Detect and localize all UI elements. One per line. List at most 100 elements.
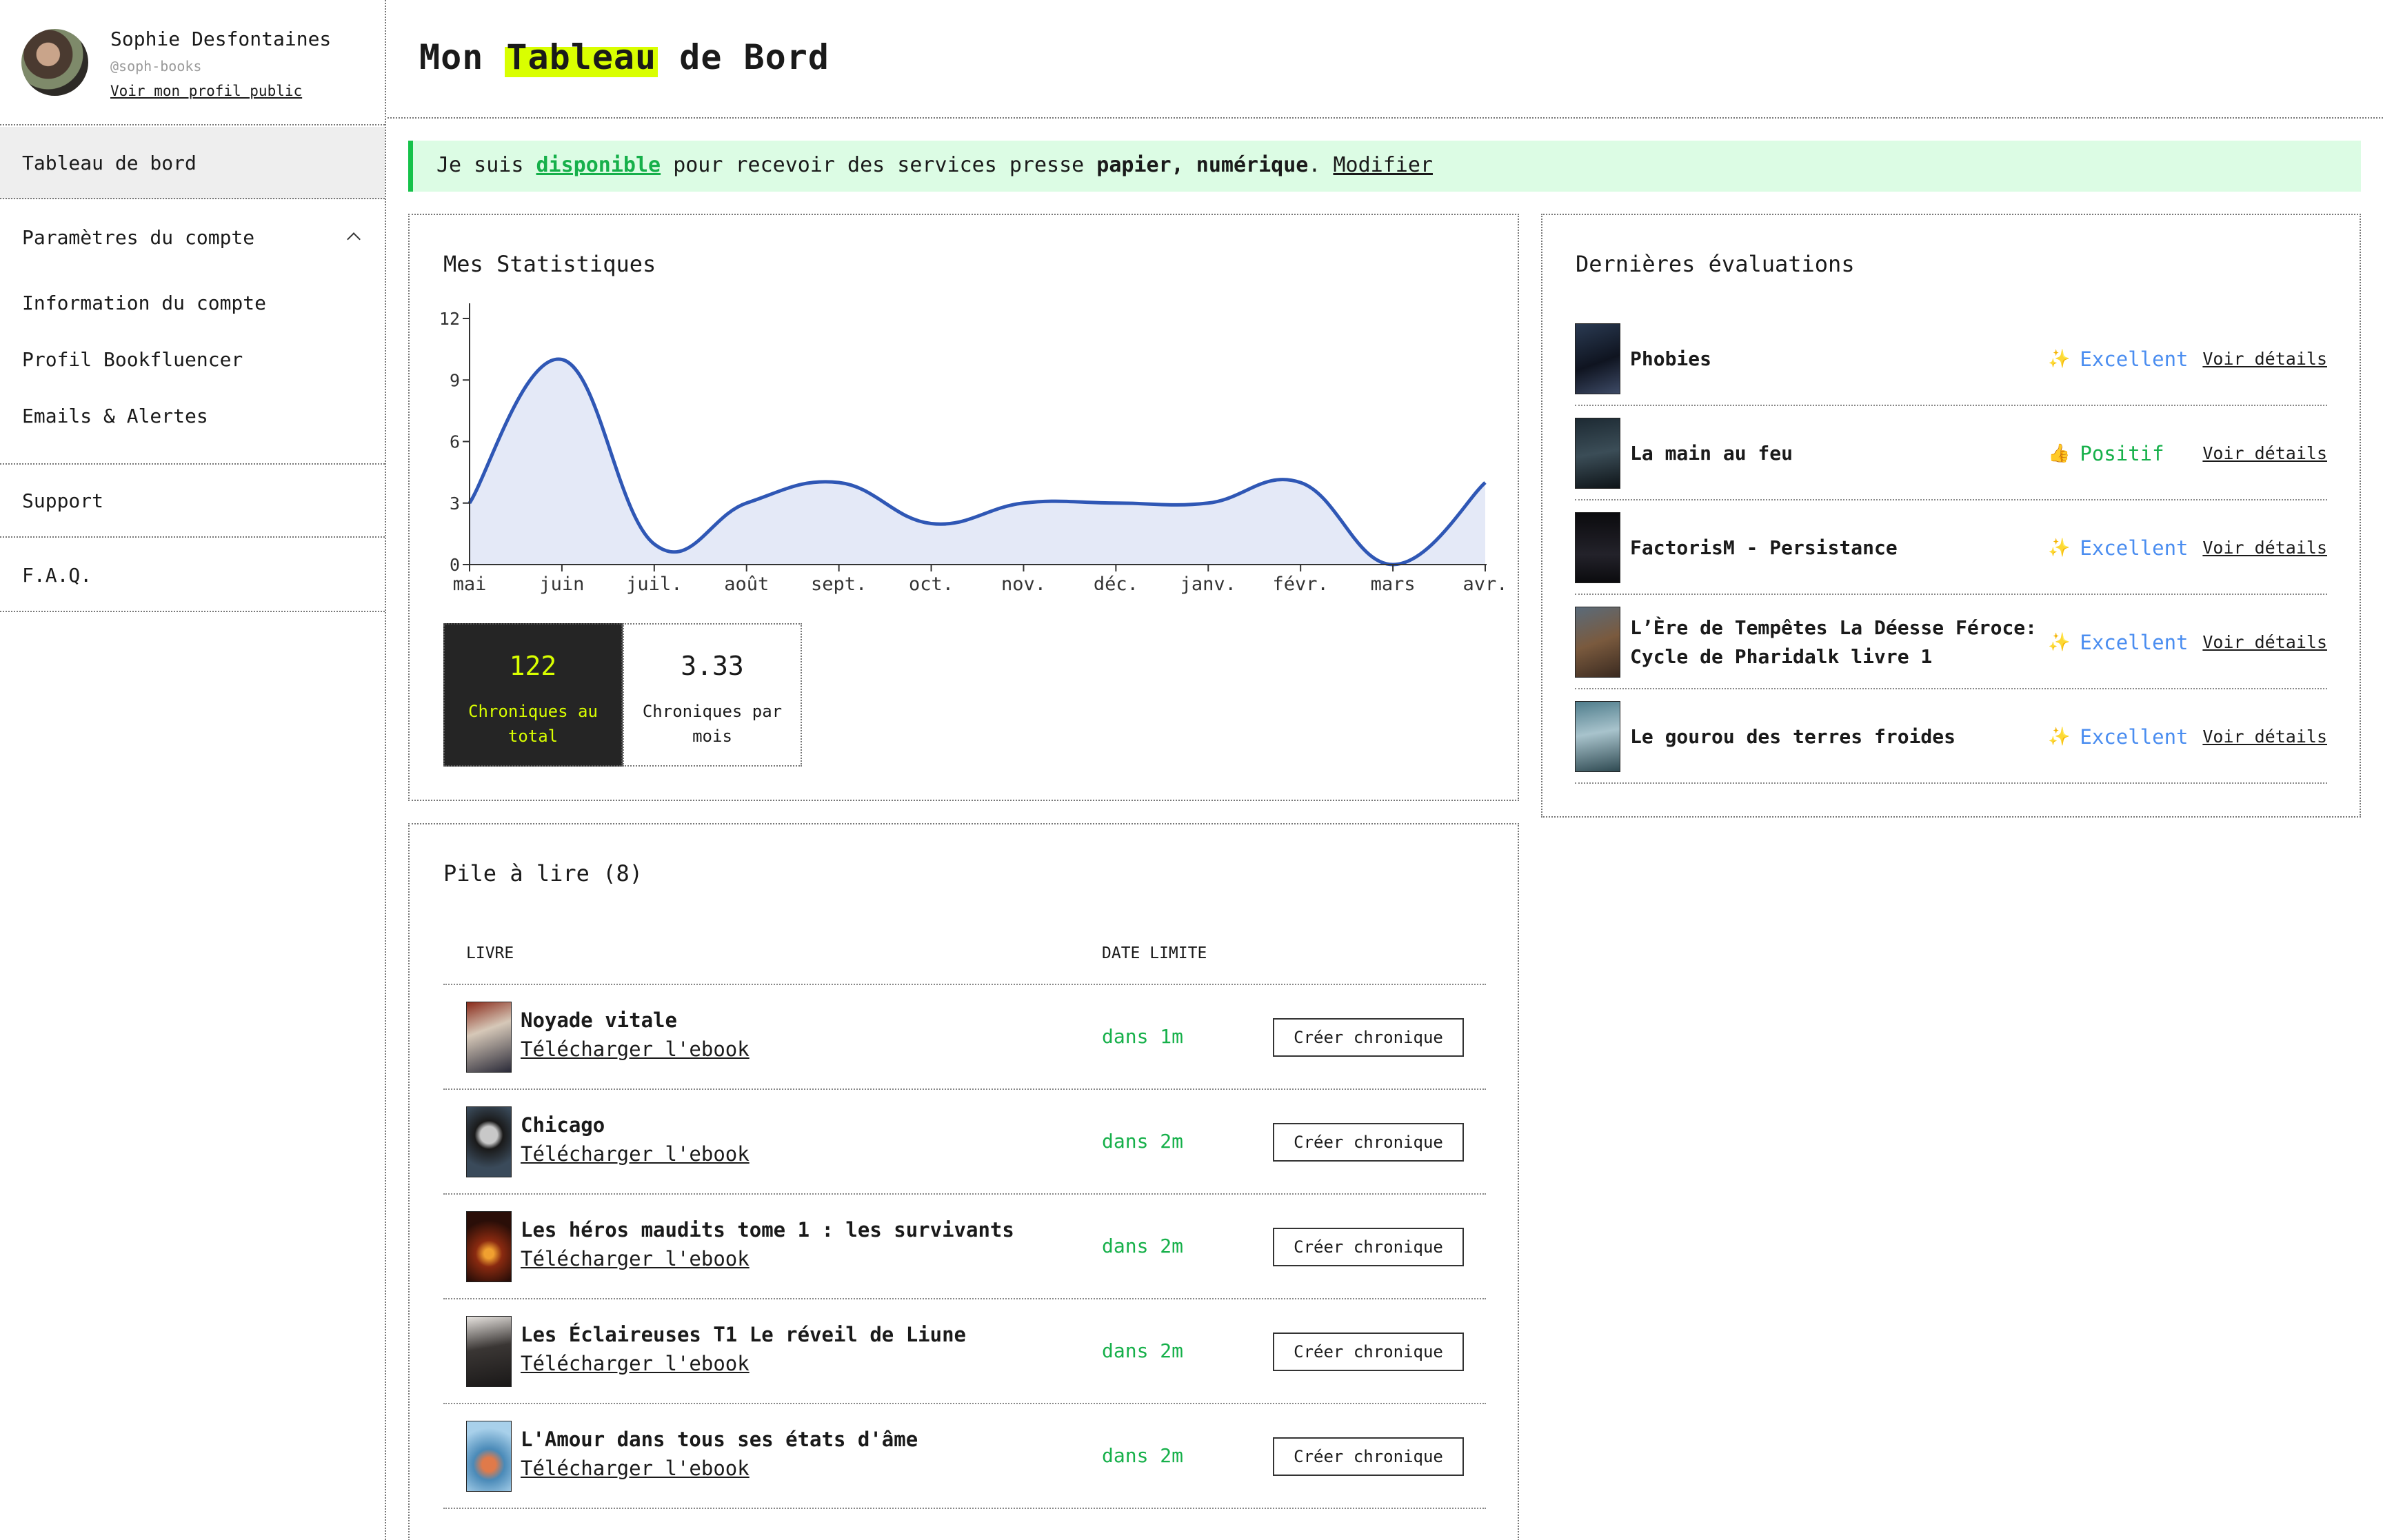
- x-tick-label: févr.: [1273, 574, 1329, 595]
- sidebar-item-label: Support: [22, 489, 104, 512]
- evaluation-grade: ✨ Excellent: [2048, 500, 2189, 595]
- profile-name: Sophie Desfontaines: [110, 28, 332, 50]
- availability-banner: Je suis disponible pour recevoir des ser…: [408, 141, 2361, 192]
- evaluation-book-title: La main au feu: [1630, 441, 1793, 465]
- public-profile-link[interactable]: Voir mon profil public: [110, 83, 302, 99]
- deadline: dans 2m: [1102, 1130, 1184, 1153]
- stats-card: Mes Statistiques 0 3 6 9 12 mai juin juil. août s…: [408, 214, 1519, 801]
- evaluation-book-title: L’Ère de Tempêtes La Déesse Féroce: Cycl…: [1630, 616, 2038, 668]
- book-title: Les Éclaireuses T1 Le réveil de Liune: [521, 1323, 967, 1346]
- stat-avg-value: 3.33: [681, 651, 744, 681]
- monthly-reviews-chart: 0 3 6 9 12 mai juin juil. août sept. oct. nov. déc. j…: [439, 303, 1508, 595]
- stat-reviews-per-month: 3.33 Chroniques par mois: [623, 623, 802, 767]
- pile-title: Pile à lire (8): [443, 860, 643, 886]
- evaluations-card: Dernières évaluations Phobies ✨ Excellent…: [1541, 214, 2361, 818]
- y-tick-label: 0: [450, 555, 460, 575]
- download-ebook-link[interactable]: Télécharger l'ebook: [521, 1037, 750, 1061]
- sparkles-icon: ✨: [2048, 631, 2071, 653]
- x-tick-label: mars: [1371, 574, 1416, 595]
- evaluation-row: Le gourou des terres froides ✨ Excellent …: [1575, 689, 2327, 784]
- sidebar-item-label: Emails & Alertes: [22, 405, 208, 427]
- deadline: dans 1m: [1102, 1025, 1184, 1048]
- book-cover: [1575, 418, 1620, 489]
- evaluation-book-title: Phobies: [1630, 347, 1712, 370]
- sparkles-icon: ✨: [2048, 348, 2071, 369]
- evaluation-row: La main au feu 👍 Positif Voir détails: [1575, 406, 2327, 500]
- evaluation-row: Phobies ✨ Excellent Voir détails: [1575, 312, 2327, 406]
- sidebar-item-bookfluencer-profile[interactable]: Profil Bookfluencer: [0, 343, 385, 377]
- evaluation-grade: 👍 Positif: [2048, 406, 2164, 500]
- sidebar-item-faq[interactable]: F.A.Q.: [0, 539, 385, 612]
- book-cover: [466, 1002, 512, 1073]
- evaluation-grade-label: Excellent: [2080, 630, 2189, 654]
- y-tick-label: 9: [450, 370, 460, 390]
- download-ebook-link[interactable]: Télécharger l'ebook: [521, 1457, 750, 1480]
- banner-text-part: Je suis: [436, 153, 524, 177]
- book-cover: [1575, 701, 1620, 772]
- evaluation-grade-label: Positif: [2080, 441, 2164, 465]
- sparkles-icon: ✨: [2048, 537, 2071, 558]
- modify-availability-link[interactable]: Modifier: [1333, 153, 1433, 177]
- availability-formats: papier, numérique: [1096, 153, 1309, 177]
- avatar[interactable]: [21, 29, 88, 96]
- chart-area-fill: [470, 358, 1485, 565]
- y-tick-label: 12: [439, 309, 460, 329]
- stat-total-reviews: 122 Chroniques au total: [443, 623, 623, 767]
- book-title: L'Amour dans tous ses états d'âme: [521, 1428, 918, 1451]
- book-title: Chicago: [521, 1113, 605, 1137]
- view-details-link[interactable]: Voir détails: [2202, 500, 2327, 595]
- sidebar-item-label: Information du compte: [22, 292, 267, 314]
- book-cover: [466, 1106, 512, 1177]
- x-tick-label: juin: [539, 574, 584, 595]
- availability-status: disponible: [536, 153, 661, 177]
- sidebar-item-account-settings[interactable]: Paramètres du compte: [0, 221, 385, 255]
- evaluation-grade: ✨ Excellent: [2048, 689, 2189, 784]
- table-row: Les héros maudits tome 1 : les survivant…: [443, 1195, 1486, 1299]
- evaluation-row: L’Ère de Tempêtes La Déesse Féroce: Cycl…: [1575, 595, 2327, 689]
- download-ebook-link[interactable]: Télécharger l'ebook: [521, 1142, 750, 1166]
- table-row: Les Éclaireuses T1 Le réveil de Liune Té…: [443, 1299, 1486, 1404]
- evaluation-grade-label: Excellent: [2080, 536, 2189, 560]
- y-tick-label: 3: [450, 494, 460, 514]
- stat-avg-label: Chroniques par mois: [642, 702, 783, 746]
- book-title: Noyade vitale: [521, 1009, 677, 1032]
- page-title: Mon Tableau de Bord: [419, 37, 829, 77]
- table-row: L'Amour dans tous ses états d'âme Téléch…: [443, 1404, 1486, 1509]
- x-tick-label: août: [724, 574, 769, 595]
- deadline: dans 2m: [1102, 1339, 1184, 1362]
- stat-total-label: Chroniques au total: [468, 702, 598, 746]
- thumbs-up-icon: 👍: [2048, 443, 2071, 464]
- create-review-button[interactable]: Créer chronique: [1273, 1333, 1464, 1371]
- book-cover: [466, 1421, 512, 1492]
- book-cover: [466, 1316, 512, 1387]
- create-review-button[interactable]: Créer chronique: [1273, 1018, 1464, 1057]
- sidebar-item-account-info[interactable]: Information du compte: [0, 286, 385, 321]
- chevron-up-icon[interactable]: [347, 232, 361, 246]
- sidebar-item-support[interactable]: Support: [0, 465, 385, 538]
- book-title: Les héros maudits tome 1 : les survivant…: [521, 1218, 1014, 1242]
- view-details-link[interactable]: Voir détails: [2202, 689, 2327, 784]
- sidebar: Sophie Desfontaines @soph-books Voir mon…: [0, 0, 386, 1540]
- create-review-button[interactable]: Créer chronique: [1273, 1123, 1464, 1162]
- create-review-button[interactable]: Créer chronique: [1273, 1228, 1464, 1266]
- page-title-part: Mon: [419, 37, 484, 77]
- sidebar-item-label: F.A.Q.: [22, 564, 92, 587]
- view-details-link[interactable]: Voir détails: [2202, 312, 2327, 406]
- evaluation-book-title: FactorisM - Persistance: [1630, 536, 1898, 559]
- table-row: Chicago Télécharger l'ebook dans 2m Crée…: [443, 1090, 1486, 1195]
- download-ebook-link[interactable]: Télécharger l'ebook: [521, 1352, 750, 1375]
- availability-text: Je suis disponible pour recevoir des ser…: [436, 153, 1433, 177]
- evaluation-grade: ✨ Excellent: [2048, 312, 2189, 406]
- download-ebook-link[interactable]: Télécharger l'ebook: [521, 1247, 750, 1270]
- sidebar-item-dashboard[interactable]: Tableau de bord: [0, 127, 385, 199]
- sidebar-item-label: Profil Bookfluencer: [22, 348, 243, 371]
- evaluation-grade-label: Excellent: [2080, 347, 2189, 371]
- view-details-link[interactable]: Voir détails: [2202, 406, 2327, 500]
- view-details-link[interactable]: Voir détails: [2202, 595, 2327, 689]
- evaluation-grade-label: Excellent: [2080, 725, 2189, 749]
- sidebar-item-emails-alerts[interactable]: Emails & Alertes: [0, 399, 385, 434]
- profile-block: Sophie Desfontaines @soph-books Voir mon…: [0, 0, 385, 125]
- page-header: Mon Tableau de Bord: [388, 0, 2383, 119]
- create-review-button[interactable]: Créer chronique: [1273, 1437, 1464, 1476]
- x-tick-label: avr.: [1462, 574, 1507, 595]
